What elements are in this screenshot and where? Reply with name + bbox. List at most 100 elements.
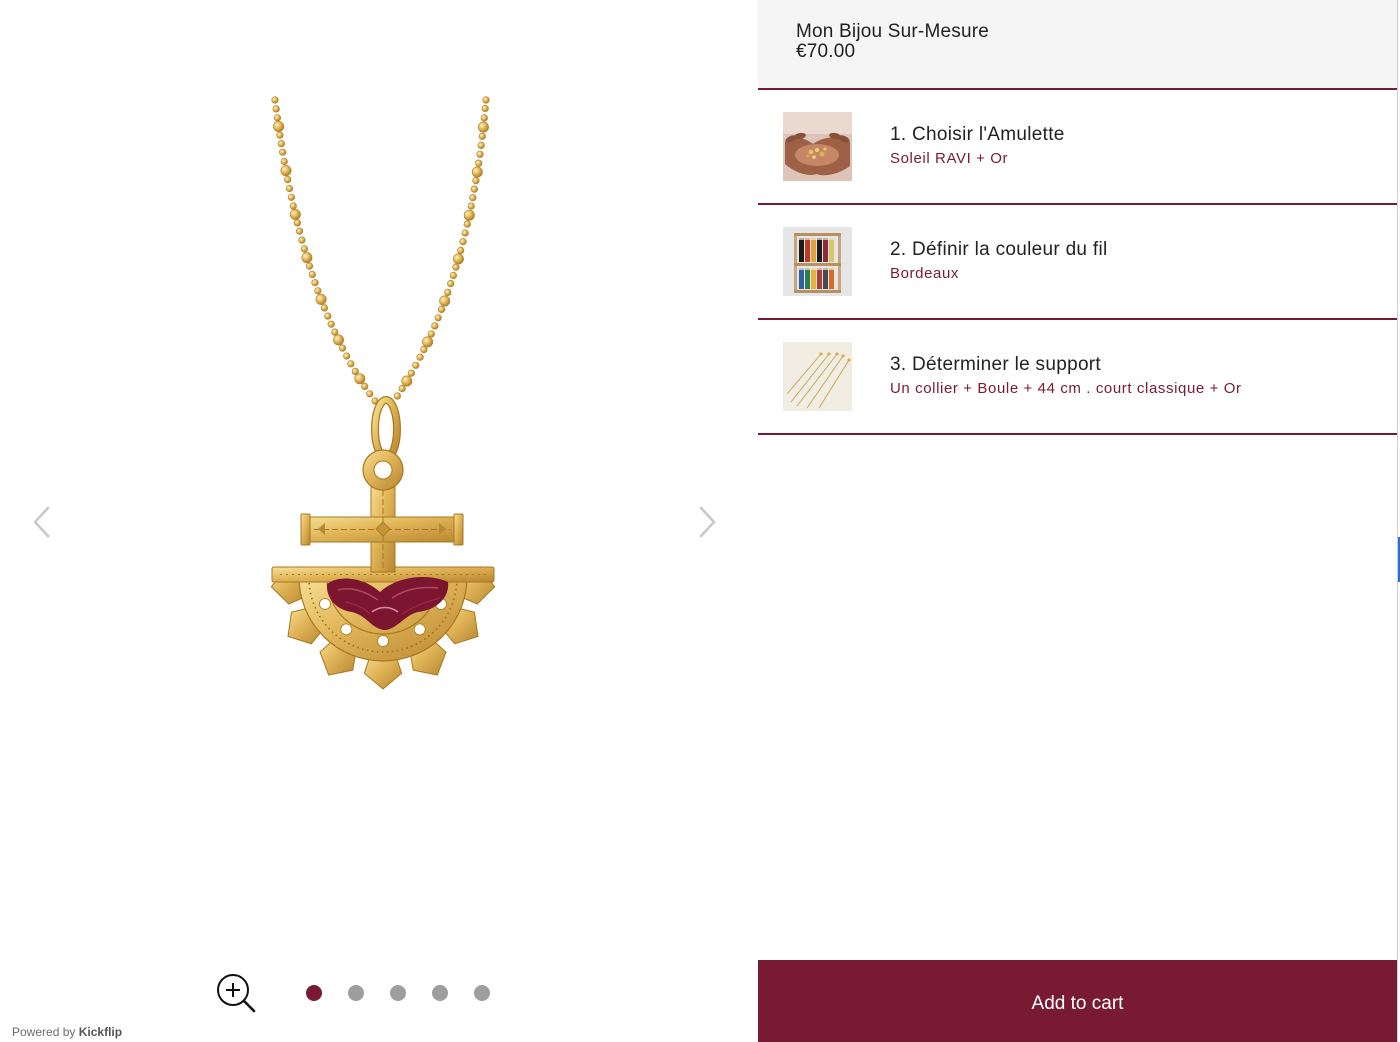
chain-bead <box>285 184 294 193</box>
chain-bead <box>289 209 301 221</box>
chain-bead <box>449 271 458 280</box>
chain-bead <box>476 150 484 158</box>
previous-image-button[interactable] <box>27 504 57 540</box>
chain-bead <box>478 132 486 140</box>
chain-bead <box>327 320 335 328</box>
chain-bead <box>315 293 327 305</box>
chain-bead <box>475 159 483 167</box>
pagination-dot[interactable] <box>474 985 490 1001</box>
chain-bead <box>366 390 374 398</box>
thread-spools-image <box>783 227 852 296</box>
zoom-in-icon <box>217 974 256 1013</box>
pagination-dot[interactable] <box>390 985 406 1001</box>
chain-bead <box>295 227 304 235</box>
pagination-dot-active[interactable] <box>306 985 322 1001</box>
chain-bead <box>457 246 465 254</box>
chain-bead <box>273 114 282 122</box>
product-image <box>270 96 496 690</box>
chain-bead <box>338 344 347 352</box>
chain-bead <box>314 287 322 295</box>
chain-bead <box>354 373 366 385</box>
pendant-cross <box>300 449 464 573</box>
chain-bead <box>481 104 489 113</box>
chain-bead <box>305 262 314 270</box>
chain-bead <box>287 193 296 201</box>
chain-bead <box>463 209 475 221</box>
chain-bead <box>298 236 306 244</box>
chain-bead <box>276 131 284 139</box>
chain-bead <box>280 165 292 177</box>
step-thread-color[interactable]: 2. Définir la couleur du fil Bordeaux <box>758 205 1397 320</box>
product-header: Mon Bijou Sur-Mesure €70.00 <box>758 0 1397 90</box>
chain-bead <box>311 279 319 287</box>
powered-by-brand[interactable]: Kickflip <box>79 1025 122 1039</box>
chain-bead <box>271 96 279 104</box>
step-thumbnail-thread <box>783 227 852 296</box>
product-title: Mon Bijou Sur-Mesure <box>796 21 990 42</box>
zoom-button[interactable] <box>214 970 258 1014</box>
chain-bead <box>332 334 344 346</box>
step-title: 3. Déterminer le support <box>890 354 1102 375</box>
chain-bead <box>324 312 332 320</box>
step-text: 3. Déterminer le support Un collier + Bo… <box>890 353 1387 399</box>
chain-bead <box>427 330 435 338</box>
step-selected-value: Un collier + Boule + 44 cm . court class… <box>890 380 1242 397</box>
step-selected-value: Bordeaux <box>890 265 960 282</box>
chain-bead <box>401 375 413 387</box>
chain-bead <box>289 202 297 210</box>
chevron-right-icon <box>699 506 716 538</box>
hands-holding-amulets-image <box>783 112 852 181</box>
chain-bead <box>452 253 464 265</box>
chain-bead <box>444 288 452 297</box>
product-price: €70.00 <box>796 41 856 62</box>
chain-bead <box>279 148 287 156</box>
chain-bead <box>420 346 428 354</box>
chain-bead <box>439 295 451 307</box>
powered-by-label: Powered by <box>12 1025 76 1039</box>
chain-bead <box>477 121 489 133</box>
chain-bead <box>320 304 329 312</box>
step-title: 2. Définir la couleur du fil <box>890 239 1108 260</box>
chain-bead <box>477 141 485 149</box>
chevron-left-icon <box>33 506 50 538</box>
chain-bead <box>284 176 292 184</box>
chain-bead <box>343 352 351 360</box>
step-text: 2. Définir la couleur du fil Bordeaux <box>890 238 1387 284</box>
chain-bead <box>300 245 309 253</box>
chain-bead <box>480 114 488 122</box>
step-title: 1. Choisir l'Amulette <box>890 124 1065 145</box>
chain-bead <box>277 140 285 148</box>
gallery-pagination <box>306 985 490 1001</box>
chain-bead <box>472 177 480 185</box>
chain-bead <box>447 280 455 288</box>
chain-bead <box>416 353 424 361</box>
chain-bead <box>361 382 369 391</box>
chain-bead <box>452 263 460 271</box>
gold-chains-image <box>783 342 852 411</box>
chain-bead <box>407 369 416 377</box>
step-support[interactable]: 3. Déterminer le support Un collier + Bo… <box>758 320 1397 435</box>
chain-bead <box>437 305 446 314</box>
necklace-chain <box>271 96 490 405</box>
pagination-dot[interactable] <box>348 985 364 1001</box>
product-viewer: Powered by Kickflip <box>0 0 758 1042</box>
next-image-button[interactable] <box>692 504 722 540</box>
chain-bead <box>470 185 479 193</box>
chain-bead <box>459 238 467 246</box>
step-thumbnail-support <box>783 342 852 411</box>
add-to-cart-button[interactable]: Add to cart <box>758 960 1397 1042</box>
chain-bead <box>467 202 475 210</box>
chain-bead <box>393 392 402 400</box>
pagination-dot[interactable] <box>432 985 448 1001</box>
step-amulet[interactable]: 1. Choisir l'Amulette Soleil RAVI + Or <box>758 90 1397 205</box>
chain-bead <box>463 220 471 228</box>
chain-bead <box>461 229 469 237</box>
powered-by-footer: Powered by Kickflip <box>12 1025 122 1039</box>
chain-bead <box>347 360 355 368</box>
chain-bead <box>308 270 316 279</box>
chain-bead <box>293 219 302 227</box>
chain-bead <box>280 157 288 166</box>
step-text: 1. Choisir l'Amulette Soleil RAVI + Or <box>890 123 1387 169</box>
chain-bead <box>431 322 439 330</box>
chain-bead <box>469 194 477 202</box>
